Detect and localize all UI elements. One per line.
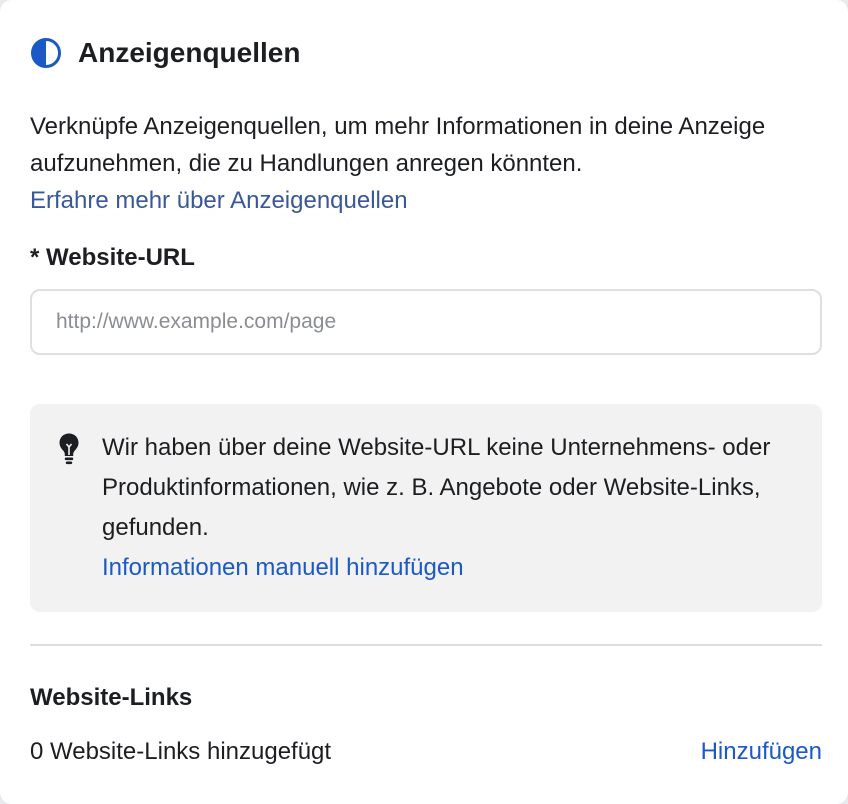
add-info-manually-link[interactable]: Informationen manuell hinzufügen xyxy=(102,554,464,581)
ad-sources-card: Anzeigenquellen Verknüpfe Anzeigenquelle… xyxy=(0,0,848,804)
card-header: Anzeigenquellen xyxy=(30,34,300,72)
lightbulb-icon xyxy=(59,433,79,465)
learn-more-link[interactable]: Erfahre mehr über Anzeigenquellen xyxy=(30,187,408,214)
website-links-title: Website-Links xyxy=(30,684,193,711)
description: Verknüpfe Anzeigenquellen, um mehr Infor… xyxy=(30,108,820,219)
website-url-input[interactable] xyxy=(30,289,822,355)
website-links-count: 0 Website-Links hinzugefügt xyxy=(30,738,332,765)
section-divider xyxy=(30,644,822,646)
info-notice: Wir haben über deine Website-URL keine U… xyxy=(30,404,822,612)
website-url-label: * Website-URL xyxy=(30,244,195,271)
card-title: Anzeigenquellen xyxy=(78,37,301,68)
info-text-block: Wir haben über deine Website-URL keine U… xyxy=(102,428,802,588)
add-website-links-button[interactable]: Hinzufügen xyxy=(701,738,822,766)
description-text: Verknüpfe Anzeigenquellen, um mehr Infor… xyxy=(30,113,766,177)
half-circle-icon xyxy=(31,38,61,68)
info-message: Wir haben über deine Website-URL keine U… xyxy=(102,434,771,541)
